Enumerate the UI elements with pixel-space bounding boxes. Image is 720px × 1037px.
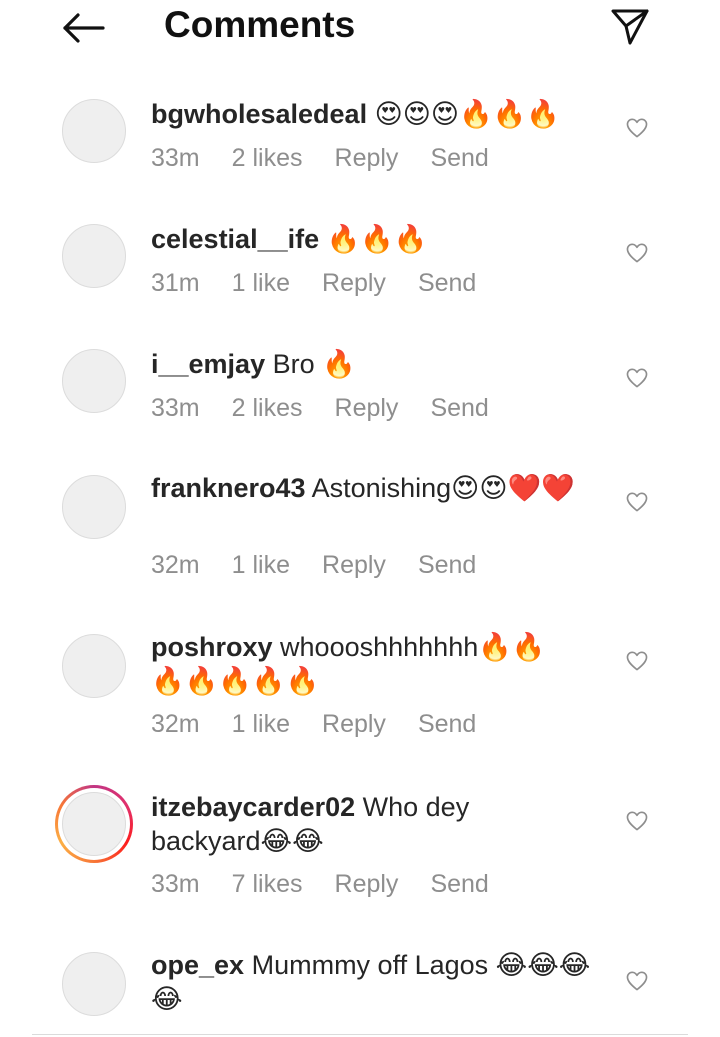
heart-outline-icon: [626, 243, 648, 263]
comment-username[interactable]: i__emjay: [151, 349, 265, 379]
heart-outline-icon: [626, 651, 648, 671]
comment-likes[interactable]: 2 likes: [232, 394, 303, 422]
comment-item: franknero43 Astonishing😍😍❤️❤️ 32m 1 like R…: [0, 471, 720, 591]
reply-button[interactable]: Reply: [335, 144, 399, 172]
heart-outline-icon: [626, 118, 648, 138]
comment-body: ope_ex Mummmy off Lagos 😂😂😂😂: [151, 948, 601, 1016]
comment-text: 😍😍😍🔥🔥🔥: [374, 99, 560, 129]
like-button[interactable]: [622, 966, 652, 996]
avatar[interactable]: [60, 97, 128, 165]
avatar[interactable]: [62, 792, 126, 856]
comment-time: 32m: [151, 551, 200, 579]
reply-button[interactable]: Reply: [322, 551, 386, 579]
like-button[interactable]: [622, 806, 652, 836]
comment-likes[interactable]: 1 like: [232, 551, 290, 579]
share-button[interactable]: [606, 2, 654, 50]
comment-username[interactable]: bgwholesaledeal: [151, 99, 367, 129]
reply-button[interactable]: Reply: [335, 870, 399, 898]
header: Comments: [0, 0, 720, 56]
comment-time: 33m: [151, 870, 200, 898]
avatar[interactable]: [60, 222, 128, 290]
comment-item: celestial__ife 🔥🔥🔥 31m 1 like Reply Send: [0, 222, 720, 312]
comment-item: i__emjay Bro 🔥 33m 2 likes Reply Send: [0, 347, 720, 437]
comment-meta: 33m 7 likes Reply Send: [151, 870, 521, 899]
like-button[interactable]: [622, 646, 652, 676]
comment-meta: 31m 1 like Reply Send: [151, 269, 508, 298]
avatar[interactable]: [60, 347, 128, 415]
like-button[interactable]: [622, 363, 652, 393]
page-title: Comments: [164, 4, 356, 45]
comment-text: 🔥🔥🔥: [326, 224, 428, 254]
like-button[interactable]: [622, 487, 652, 517]
avatar[interactable]: [60, 473, 128, 541]
comment-likes[interactable]: 1 like: [232, 269, 290, 297]
comment-body: bgwholesaledeal 😍😍😍🔥🔥🔥: [151, 97, 601, 131]
comment-time: 33m: [151, 394, 200, 422]
comment-time: 32m: [151, 710, 200, 738]
comment-username[interactable]: celestial__ife: [151, 224, 319, 254]
arrow-left-icon: [63, 13, 105, 43]
send-button[interactable]: Send: [430, 144, 488, 172]
comment-username[interactable]: poshroxy: [151, 632, 273, 662]
heart-outline-icon: [626, 368, 648, 388]
back-button[interactable]: [56, 8, 110, 48]
comment-text: Bro 🔥: [272, 349, 356, 379]
comment-text: Astonishing😍😍❤️❤️: [311, 473, 575, 503]
comment-time: 31m: [151, 269, 200, 297]
avatar[interactable]: [60, 950, 128, 1018]
comment-meta: 33m 2 likes Reply Send: [151, 394, 521, 423]
comment-item: itzebaycarder02 Who dey backyard😂😂 33m 7 …: [0, 785, 720, 910]
reply-button[interactable]: Reply: [335, 394, 399, 422]
heart-outline-icon: [626, 492, 648, 512]
like-button[interactable]: [622, 113, 652, 143]
comment-body: poshroxy whoooshhhhhhh🔥🔥🔥🔥🔥🔥🔥: [151, 630, 571, 698]
comment-time: 33m: [151, 144, 200, 172]
divider: [32, 1034, 688, 1035]
comment-likes[interactable]: 7 likes: [232, 870, 303, 898]
comment-likes[interactable]: 1 like: [232, 710, 290, 738]
avatar[interactable]: [60, 632, 128, 700]
comment-body: itzebaycarder02 Who dey backyard😂😂: [151, 790, 491, 858]
heart-outline-icon: [626, 971, 648, 991]
heart-outline-icon: [626, 811, 648, 831]
comment-username[interactable]: itzebaycarder02: [151, 792, 355, 822]
comment-likes[interactable]: 2 likes: [232, 144, 303, 172]
comment-meta: 32m 1 like Reply Send: [151, 710, 508, 739]
send-button[interactable]: Send: [418, 269, 476, 297]
comment-username[interactable]: ope_ex: [151, 950, 244, 980]
comment-meta: 33m 2 likes Reply Send: [151, 144, 521, 173]
comment-item: poshroxy whoooshhhhhhh🔥🔥🔥🔥🔥🔥🔥 32m 1 like R…: [0, 630, 720, 750]
comment-item: ope_ex Mummmy off Lagos 😂😂😂😂: [0, 948, 720, 1028]
comment-username[interactable]: franknero43: [151, 473, 306, 503]
send-button[interactable]: Send: [418, 551, 476, 579]
reply-button[interactable]: Reply: [322, 710, 386, 738]
paper-plane-icon: [611, 9, 649, 45]
send-button[interactable]: Send: [430, 394, 488, 422]
comment-body: franknero43 Astonishing😍😍❤️❤️: [151, 471, 601, 505]
comment-meta: 32m 1 like Reply Send: [151, 551, 508, 580]
like-button[interactable]: [622, 238, 652, 268]
send-button[interactable]: Send: [418, 710, 476, 738]
send-button[interactable]: Send: [430, 870, 488, 898]
reply-button[interactable]: Reply: [322, 269, 386, 297]
comment-body: celestial__ife 🔥🔥🔥: [151, 222, 601, 256]
comment-item: bgwholesaledeal 😍😍😍🔥🔥🔥 33m 2 likes Reply Se…: [0, 97, 720, 187]
comment-body: i__emjay Bro 🔥: [151, 347, 601, 381]
